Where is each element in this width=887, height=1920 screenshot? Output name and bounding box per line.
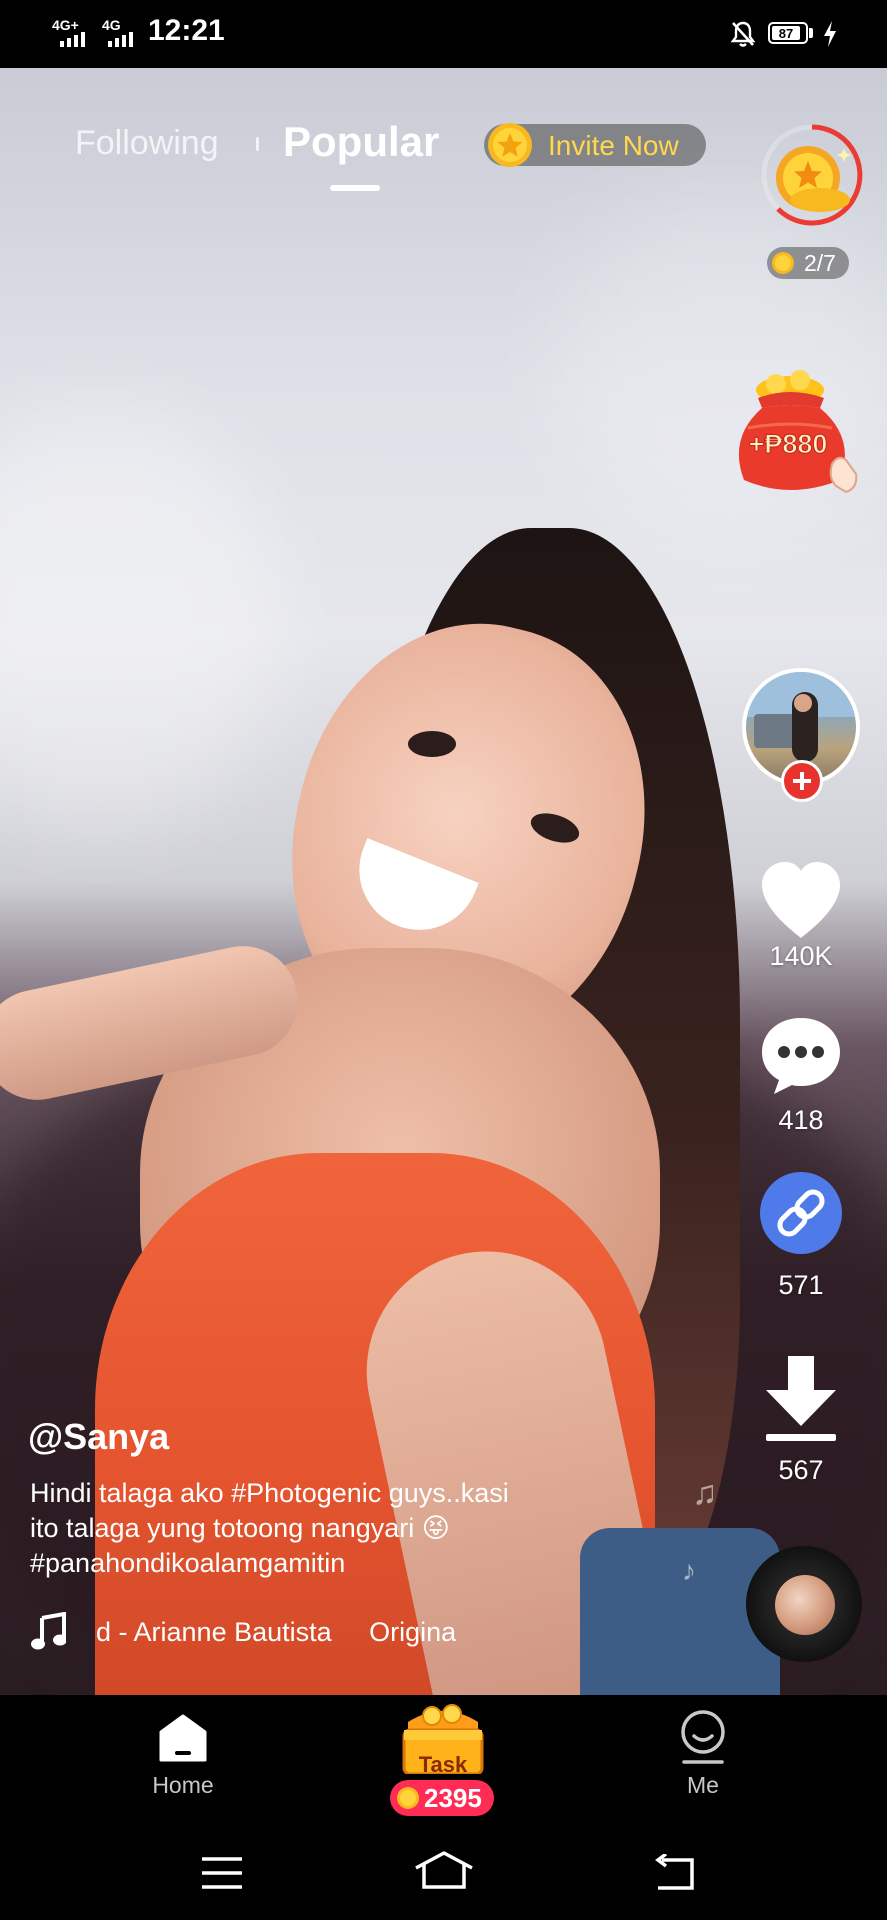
caption-line: Hindi talaga ako #Photogenic guys..kasi: [30, 1478, 509, 1508]
comment-icon[interactable]: [758, 1014, 844, 1096]
task-label: Task: [418, 1752, 468, 1777]
menu-icon[interactable]: [200, 1855, 244, 1891]
caption-hashtag[interactable]: #panahondikoalamgamitin: [30, 1546, 590, 1581]
nav-me-label[interactable]: Me: [643, 1772, 763, 1799]
music-disc-cover: [775, 1575, 835, 1635]
tab-separator: [256, 137, 259, 151]
reward-progress: 2/7: [804, 250, 836, 276]
video-caption[interactable]: Hindi talaga ako #Photogenic guys..kasi …: [30, 1476, 590, 1581]
back-icon[interactable]: [652, 1854, 698, 1892]
charging-icon: [824, 21, 836, 47]
home-icon[interactable]: [158, 1713, 208, 1763]
battery-tip: [809, 28, 813, 38]
signal-1-label: 4G+: [52, 17, 79, 33]
active-tab-indicator: [330, 185, 380, 191]
plus-icon: [793, 772, 811, 790]
music-note-icon: ♫: [692, 1474, 718, 1512]
home-outline-icon[interactable]: [414, 1850, 474, 1890]
follow-button[interactable]: [781, 760, 823, 802]
red-envelope-bag[interactable]: +₱880: [728, 368, 862, 500]
like-count: 140K: [769, 941, 833, 971]
music-note-icon: ♪: [682, 1555, 696, 1586]
reward-timer[interactable]: [760, 120, 864, 230]
link-icon: [777, 1189, 825, 1237]
caption-line: ito talaga yung totoong nangyari 😝: [30, 1513, 450, 1543]
signal-icon: [108, 32, 133, 47]
comment-count: 418: [778, 1105, 824, 1135]
clock: 12:21: [148, 14, 225, 47]
creator-username[interactable]: @Sanya: [28, 1416, 169, 1458]
music-track[interactable]: d - Arianne Bautista Origina: [96, 1617, 516, 1648]
tab-following[interactable]: Following: [75, 124, 219, 163]
signal-2-label: 4G: [102, 17, 121, 33]
music-note-icon: [31, 1612, 66, 1650]
download-count: 567: [778, 1455, 824, 1485]
red-bag-amount: +₱880: [749, 429, 828, 459]
task-coins: 2395: [424, 1783, 482, 1813]
tab-popular[interactable]: Popular: [283, 118, 439, 166]
mute-icon: [730, 21, 756, 47]
coin-icon: [397, 1787, 419, 1809]
share-count: 571: [778, 1270, 824, 1300]
person-icon[interactable]: [678, 1710, 728, 1766]
battery-icon: 87: [768, 22, 808, 44]
signal-icon: [60, 32, 85, 47]
nav-home-label[interactable]: Home: [123, 1772, 243, 1799]
heart-icon[interactable]: [756, 858, 846, 942]
share-link-button[interactable]: [760, 1172, 842, 1254]
coin-icon: [772, 252, 794, 274]
invite-now-label: Invite Now: [548, 130, 679, 161]
battery-level: 87: [772, 26, 800, 41]
download-icon[interactable]: [758, 1354, 844, 1444]
coin-icon: [488, 123, 532, 167]
